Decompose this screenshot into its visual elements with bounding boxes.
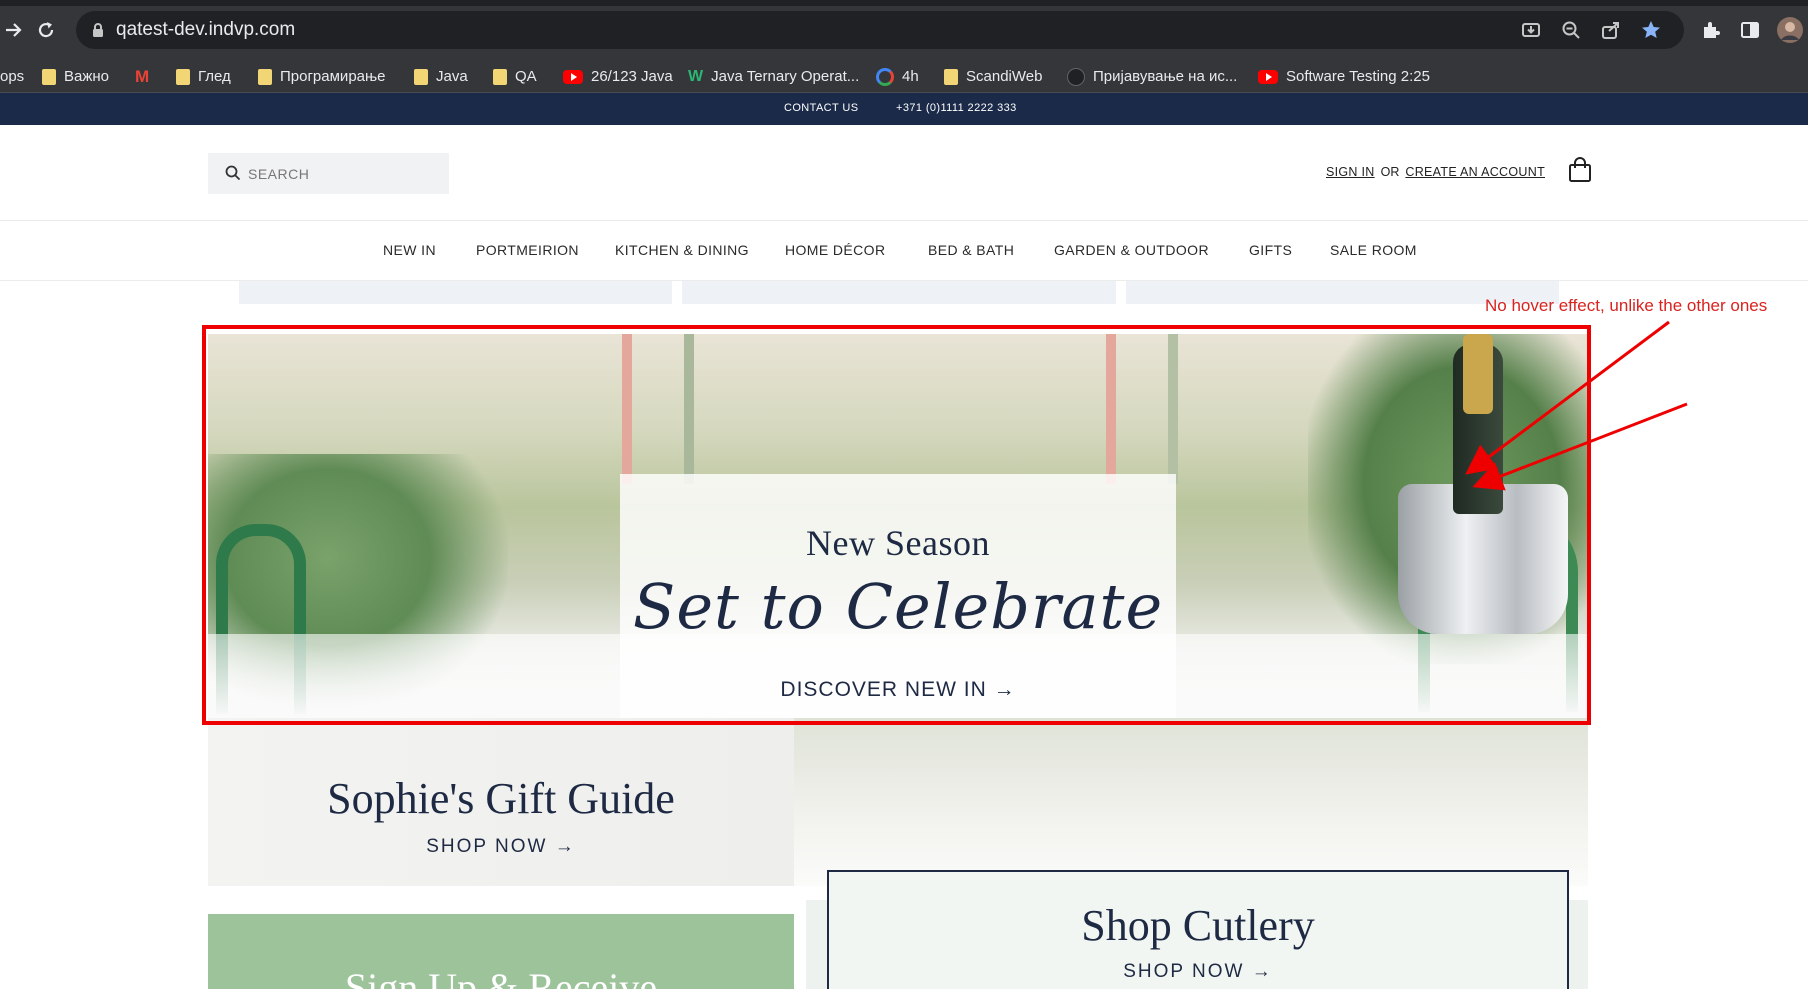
discover-new-in-link[interactable]: DISCOVER NEW IN → [620,678,1176,702]
create-account-link[interactable]: CREATE AN ACCOUNT [1405,165,1545,179]
bookmark-gled[interactable]: Глед [176,60,231,93]
bookmark-star-icon[interactable] [1640,19,1662,45]
bookmark-programiranje[interactable]: Програмирање [258,60,386,93]
lock-icon[interactable] [92,22,104,42]
account-links: SIGN IN OR CREATE AN ACCOUNT [1326,165,1545,179]
site-topbar: CONTACT US +371 (0)1111 2222 333 [0,93,1808,125]
main-navigation: NEW IN PORTMEIRION KITCHEN & DINING HOME… [0,221,1808,281]
shopping-bag-icon[interactable] [1568,157,1592,187]
nav-item-home-decor[interactable]: HOME DÉCOR [785,242,885,258]
bookmark-label: 4h [902,68,919,85]
zoom-icon[interactable] [1560,19,1582,45]
share-icon[interactable] [1600,19,1622,45]
bookmark-java[interactable]: Java [414,60,468,93]
bookmark-4h[interactable]: 4h [876,60,919,93]
candle [622,334,632,484]
bookmark-apps[interactable]: ops [0,60,24,93]
candle [1106,334,1116,484]
nav-item-kitchen-dining[interactable]: KITCHEN & DINING [615,242,749,258]
tab-strip [0,0,1808,6]
cutlery-shop-now-link[interactable]: SHOP NOW → [829,961,1567,983]
signup-tile[interactable]: Sign Up & Receive [208,914,794,989]
bookmark-label: Глед [198,68,231,85]
bookmark-26-123-java[interactable]: 26/123 Java [563,60,673,93]
promo-tile-strip[interactable] [239,281,672,304]
bookmark-label: Пријавување на ис... [1093,68,1238,85]
search-input[interactable] [248,163,428,185]
w-icon: W [688,67,704,85]
youtube-icon [1258,69,1278,84]
bookmark-label: Software Testing 2:25 [1286,68,1430,85]
folder-icon [176,68,190,85]
profile-avatar-icon[interactable] [1776,16,1804,44]
url-text[interactable]: qatest-dev.indvp.com [116,19,295,41]
bookmark-label: Java Ternary Operat... [711,68,860,85]
bookmarks-bar: ops Важно M Глед Програмирање Java QA 26… [0,60,1808,93]
bookmark-scandiweb[interactable]: ScandiWeb [944,60,1042,93]
address-bar[interactable]: qatest-dev.indvp.com [76,11,1684,49]
folder-icon [944,68,958,85]
sign-in-link[interactable]: SIGN IN [1326,165,1375,179]
contact-us-link[interactable]: CONTACT US [784,102,859,114]
reload-icon[interactable] [32,16,60,44]
circle-icon [1067,67,1085,86]
install-icon[interactable] [1520,19,1542,45]
hero-kicker: New Season [806,523,990,563]
side-panel-icon[interactable] [1736,16,1764,44]
search-box[interactable] [208,153,449,194]
table-setting-image [794,718,1588,886]
folder-icon [414,68,428,85]
signup-title: Sign Up & Receive [344,965,658,989]
nav-item-gifts[interactable]: GIFTS [1249,242,1292,258]
bookmark-prijavuvanje[interactable]: Пријавување на ис... [1067,60,1237,93]
candle [684,334,694,484]
folder-icon [258,68,272,85]
annotation-text: No hover effect, unlike the other ones [1485,296,1768,315]
gift-guide-tile[interactable]: Sophie's Gift Guide SHOP NOW → [208,718,794,886]
bookmark-qa[interactable]: QA [493,60,537,93]
nav-item-new-in[interactable]: NEW IN [383,242,436,258]
promo-tile-strip[interactable] [682,281,1116,304]
bookmark-label: Важно [64,68,110,85]
bookmark-gmail[interactable]: M [135,60,149,93]
search-icon[interactable] [225,165,241,185]
hero-overlay-card[interactable]: New Season Set to Celebrate DISCOVER NEW… [620,474,1176,750]
bookmark-label: ScandiWeb [966,68,1043,85]
bookmark-label: QA [515,68,537,85]
gift-guide-shop-now-link[interactable]: SHOP NOW → [208,836,794,858]
nav-item-garden-outdoor[interactable]: GARDEN & OUTDOOR [1054,242,1209,258]
google-icon [876,67,894,86]
candle [1168,334,1178,484]
phone-number[interactable]: +371 (0)1111 2222 333 [896,102,1017,114]
or-text: OR [1380,165,1400,179]
folder-icon [493,68,507,85]
bookmark-label: ops [0,68,25,85]
forward-icon[interactable] [0,16,28,44]
bookmark-label: 26/123 Java [591,68,673,85]
bookmark-label: Java [436,68,468,85]
gift-guide-title: Sophie's Gift Guide [327,774,675,823]
browser-toolbar: qatest-dev.indvp.com [0,0,1808,60]
extensions-icon[interactable] [1697,16,1725,44]
champagne-bottle [1453,334,1503,514]
folder-icon [42,68,56,85]
bookmark-software-testing[interactable]: Software Testing 2:25 [1258,60,1430,93]
youtube-icon [563,69,583,84]
bookmark-java-ternary[interactable]: W Java Ternary Operat... [688,60,859,93]
cutlery-title: Shop Cutlery [1081,901,1315,950]
hero-title: Set to Celebrate [632,570,1164,643]
nav-item-bed-bath[interactable]: BED & BATH [928,242,1014,258]
shop-cutlery-tile[interactable]: Shop Cutlery SHOP NOW → [827,870,1569,989]
gmail-icon: M [135,66,150,86]
nav-item-portmeirion[interactable]: PORTMEIRION [476,242,579,258]
site-header: SIGN IN OR CREATE AN ACCOUNT [0,125,1808,221]
nav-item-sale-room[interactable]: SALE ROOM [1330,242,1417,258]
bookmark-vazhno[interactable]: Важно [42,60,109,93]
bookmark-label: Програмирање [280,68,386,85]
